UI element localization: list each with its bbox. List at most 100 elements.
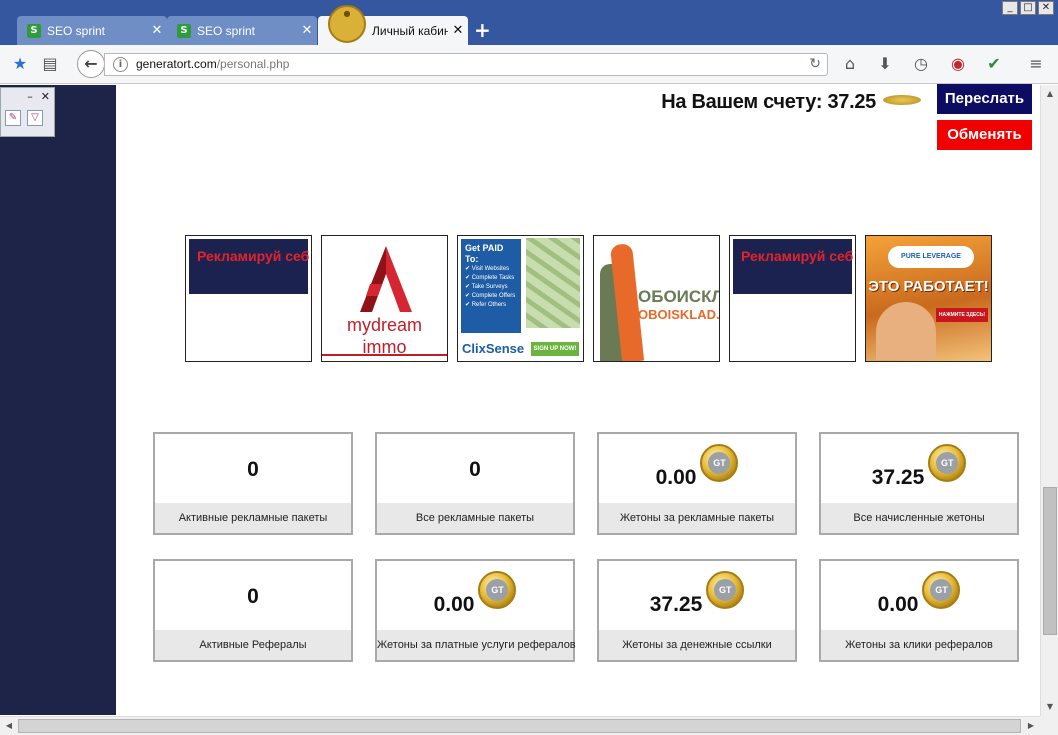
tab-close-icon[interactable]: ✕ [448,23,468,38]
stat-card: 0 Активные рекламные пакеты [153,432,353,535]
ad-banners: Рекламируй себ mydream immo Get PAID To: … [185,235,992,362]
pen-tool-icon[interactable]: ✎ [5,110,21,126]
scroll-right-arrow-icon[interactable]: ▶ [1023,718,1039,734]
vertical-scroll-thumb[interactable] [1043,487,1057,635]
url-bar[interactable]: i generatort.com/personal.php ↻ [104,53,828,76]
reading-list-icon[interactable]: ▤ [40,54,60,74]
tab-close-icon[interactable]: ✕ [147,23,167,38]
coin-text: GT [930,579,953,601]
stat-value: 37.25 [871,466,925,489]
ad-banner-promo-1[interactable]: Рекламируй себ [185,235,312,362]
mydream-logo-icon [360,246,412,312]
clixsense-heading: Get PAID To: [465,243,504,264]
floating-toolbar-header: – ✕ [1,88,54,106]
page-content: На Вашем счету: 37.25 Переслать Обменять… [116,84,1040,715]
stat-value-wrap: 0 [155,561,351,633]
ad-banner-clixsense[interactable]: Get PAID To: ✔ Visit Websites ✔ Complete… [457,235,584,362]
close-window-button[interactable]: ✕ [1038,1,1054,15]
stat-value: 0 [247,458,259,481]
stat-value: 0.00 [655,466,697,489]
maximize-button[interactable]: □ [1020,1,1036,15]
url-path: /personal.php [216,57,290,71]
toolbar-close-icon[interactable]: ✕ [41,90,50,104]
ad-banner-promo-2[interactable]: Рекламируй себ [729,235,856,362]
gt-coin-icon: GT [706,571,745,609]
addon-check-icon[interactable]: ✔ [984,54,1004,74]
stat-value-wrap: 37.25 GT [821,434,1017,506]
stat-value-wrap: 0.00 GT [821,561,1017,633]
tab-strip: _ □ ✕ S SEO sprint ✕ S SEO sprint ✕ ● Ли… [0,0,1058,45]
stats-grid: 0 Активные рекламные пакеты 0 Все рекламны… [153,432,1019,662]
clixsense-item-text: Complete Offers [471,293,516,299]
history-clock-icon[interactable]: ◷ [911,54,931,74]
bookmark-star-icon[interactable]: ★ [10,54,30,74]
coin-text: GT [714,579,737,601]
tab-seo-sprint-1[interactable]: S SEO sprint ✕ [17,16,167,45]
stat-value-wrap: 0 [155,434,351,506]
ad-banner-pure-leverage[interactable]: PURE LEVERAGE ЭТО РАБОТАЕТ! НАЖМИТЕ ЗДЕС… [865,235,992,362]
clixsense-panel: Get PAID To: ✔ Visit Websites ✔ Complete… [461,239,521,333]
stat-label: Активные Рефералы [155,630,351,660]
ad-banner-mydream[interactable]: mydream immo [321,235,448,362]
gt-coin-icon: GT [928,444,967,482]
tab-seo-sprint-2[interactable]: S SEO sprint ✕ [167,16,317,45]
scroll-up-arrow-icon[interactable]: ▲ [1042,86,1058,102]
stat-label: Все начисленные жетоны [821,503,1017,533]
horizontal-scrollbar[interactable]: ◀ ▶ [0,716,1040,735]
horizontal-scroll-thumb[interactable] [18,719,1021,733]
stat-label: Жетоны за рекламные пакеты [599,503,795,533]
window-controls: _ □ ✕ [1000,1,1054,15]
stat-card: 37.25 GT Жетоны за денежные ссылки [597,559,797,662]
forward-button[interactable]: Переслать [937,84,1032,114]
tab-title: SEO sprint [197,23,256,38]
promo-banner-bg: Рекламируй себ [189,239,310,294]
shape-tool-icon[interactable]: ▽ [27,110,43,126]
stat-label: Жетоны за денежные ссылки [599,630,795,660]
url-text[interactable]: generatort.com/personal.php [136,54,289,75]
addon-badge-icon[interactable]: ◉ [948,54,968,74]
promo-text: Рекламируй себ [197,248,310,264]
clixsense-item: ✔ Take Surveys [465,284,508,290]
oboisklad-url: OBOISKLAD.RU [638,307,720,322]
gt-coin-icon: GT [700,444,739,482]
minimize-button[interactable]: _ [1002,1,1018,15]
exchange-button[interactable]: Обменять [937,120,1032,150]
stat-value: 0.00 [877,593,919,616]
stat-value: 0.00 [433,593,475,616]
stat-value-wrap: 0.00 GT [377,561,573,633]
coin-favicon-icon: ● [328,4,366,43]
seo-sprint-favicon-icon: S [27,23,41,38]
home-icon[interactable]: ⌂ [840,54,860,74]
stat-label: Жетоны за платные услуги рефералов [377,630,576,660]
mydream-brand-top: mydream [346,315,422,335]
menu-hamburger-icon[interactable]: ≡ [1026,54,1046,74]
balance-coin-icon [883,95,921,105]
stat-value-wrap: 37.25 GT [599,561,795,633]
stat-value: 37.25 [649,593,703,616]
balance-text: На Вашем счету: 37.25 [661,91,876,113]
left-sidebar [0,85,116,715]
reload-icon[interactable]: ↻ [809,54,821,75]
coin-text: GT [708,452,731,474]
ad-banner-oboisklad[interactable]: ОБОИСКЛАД OBOISKLAD.RU [593,235,720,362]
money-image [526,238,580,328]
toolbar-minimize-icon[interactable]: – [27,90,33,104]
stat-card: 0 Активные Рефералы [153,559,353,662]
clixsense-item-text: Take Surveys [471,284,508,290]
info-icon[interactable]: i [113,57,128,72]
pure-leverage-logo: PURE LEVERAGE [888,246,974,268]
clixsense-item: ✔ Complete Tasks [465,275,515,281]
gt-coin-icon: GT [922,571,961,609]
back-arrow-icon[interactable]: ← [77,50,105,78]
person-image [876,302,936,360]
clixsense-item-text: Refer Others [471,302,507,308]
new-tab-icon[interactable]: + [474,18,491,42]
tab-personal-cabinet[interactable]: ● Личный кабинет ✕ [318,4,468,45]
vertical-scrollbar[interactable]: ▲ ▼ [1040,85,1058,716]
tab-close-icon[interactable]: ✕ [297,23,317,38]
clixsense-item: ✔ Visit Websites [465,266,510,272]
coin-text: GT [486,579,509,601]
scroll-down-arrow-icon[interactable]: ▼ [1042,699,1058,715]
download-icon[interactable]: ⬇ [875,54,895,74]
scroll-left-arrow-icon[interactable]: ◀ [1,718,17,734]
